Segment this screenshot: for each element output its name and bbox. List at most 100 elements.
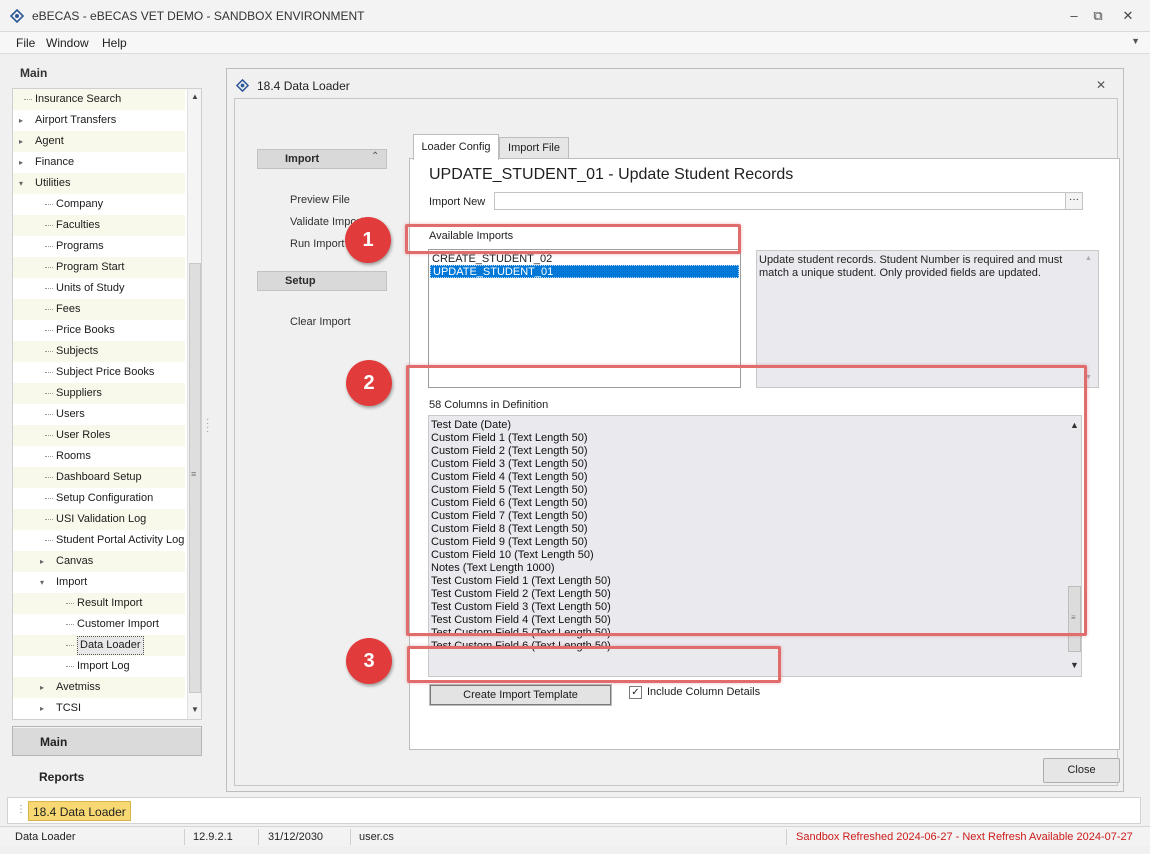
nav-tree-item[interactable]: ▸ Airport Transfers [13,110,185,131]
callout-badge-3: 3 [346,638,392,684]
scroll-up-icon[interactable]: ▲ [191,92,199,101]
nav-tree-item[interactable]: Data Loader [13,635,185,656]
minimize-icon[interactable]: – [1066,8,1082,24]
chevron-up-icon[interactable]: ⌃ [371,151,379,162]
chevron-right-icon[interactable]: ▸ [40,551,44,572]
nav-tree-item[interactable]: Suppliers [13,383,185,404]
nav-tree: Insurance Search ▸ Airport Transfers ▸ Agent… [12,88,202,720]
callout-badge-1: 1 [345,217,391,263]
highlight-box-2 [406,365,1087,636]
nav-tree-item[interactable]: Import Log [13,656,185,677]
nav-tree-item[interactable]: ▸ Canvas [13,551,185,572]
nav-tree-item[interactable]: Programs [13,236,185,257]
nav-tree-item[interactable]: Subject Price Books [13,362,185,383]
nav-tree-item-label: Rooms [56,450,91,462]
highlight-box-1 [405,224,741,254]
nav-group-main[interactable]: Main [12,726,202,756]
chevron-right-icon[interactable]: ▸ [19,131,23,152]
nav-tree-item-label: Agent [35,135,64,147]
nav-tree-item-label: Program Start [56,261,125,273]
nav-tree-item-label: Programs [56,240,104,252]
nav-tree-item[interactable]: Setup Configuration [13,488,185,509]
chevron-right-icon[interactable]: ▸ [40,698,44,719]
grip-icon: ≡ [191,469,197,479]
nav-tree-item[interactable]: Fees [13,299,185,320]
import-new-label: Import New [429,196,486,208]
close-button[interactable]: Close [1043,758,1120,783]
close-icon[interactable]: ✕ [1120,8,1136,24]
chevron-right-icon[interactable]: ▸ [19,152,23,173]
browse-button[interactable]: ··· [1065,192,1083,210]
nav-tree-item-label: Import Log [77,660,130,672]
tree-connector [66,603,74,604]
nav-tree-item[interactable]: Rooms [13,446,185,467]
nav-tree-item[interactable]: Student Portal Activity Log [13,530,185,551]
preview-file-link[interactable]: Preview File [290,194,350,206]
include-column-details-label[interactable]: Include Column Details [647,686,760,698]
ebecas-logo-icon [236,79,249,92]
close-icon[interactable]: ✕ [1096,78,1106,92]
nav-tree-item[interactable]: ▸ Avetmiss [13,677,185,698]
nav-tree-item-label: Utilities [35,177,71,189]
setup-section-header[interactable]: Setup [257,271,387,291]
chevron-right-icon[interactable]: ▸ [40,677,44,698]
menu-help[interactable]: Help [102,36,127,50]
tree-connector [45,414,53,415]
nav-tree-item[interactable]: ▾ Utilities [13,173,185,194]
nav-tree-item[interactable]: Company [13,194,185,215]
import-new-input[interactable] [494,192,1067,210]
nav-tree-item[interactable]: Customer Import [13,614,185,635]
nav-tree-item[interactable]: Subjects [13,341,185,362]
open-window-tab[interactable]: 18.4 Data Loader [28,801,131,821]
clear-import-link[interactable]: Clear Import [290,316,351,328]
scroll-down-icon[interactable]: ▼ [191,705,199,714]
tree-connector [66,645,74,646]
status-user: user.cs [359,831,394,843]
nav-tree-item-label: Units of Study [56,282,125,294]
chevron-down-icon[interactable]: ▾ [19,173,23,194]
nav-tree-item[interactable]: Result Import [13,593,185,614]
splitter-grip-icon[interactable]: · · · · [206,415,212,437]
nav-group-reports[interactable]: Reports [12,762,202,792]
tree-connector [45,372,53,373]
restore-icon[interactable]: ⧉ [1090,8,1106,24]
include-column-details-checkbox[interactable]: ✓ [629,686,642,699]
menu-overflow-icon[interactable]: ▼ [1131,36,1140,46]
nav-tree-item[interactable]: ▾ Import [13,572,185,593]
nav-tree-item[interactable]: ▸ TCSI [13,698,185,719]
scroll-down-icon[interactable]: ▼ [1070,660,1079,670]
nav-tree-item-label: User Roles [56,429,111,441]
scroll-up-icon[interactable]: ▲ [1085,255,1092,262]
nav-tree-item[interactable]: Units of Study [13,278,185,299]
chevron-down-icon[interactable]: ▾ [40,572,44,593]
nav-tree-item[interactable]: Price Books [13,320,185,341]
status-version: 12.9.2.1 [193,831,233,843]
nav-tree-item-label: Canvas [56,555,94,567]
nav-tree-item-label: Setup Configuration [56,492,154,504]
nav-tree-item[interactable]: Users [13,404,185,425]
tab-loader-config[interactable]: Loader Config [413,134,499,160]
nav-tree-item-label: Student Portal Activity Log [56,534,185,546]
tree-connector [45,393,53,394]
nav-tree-item[interactable]: Program Start [13,257,185,278]
nav-tree-item[interactable]: Faculties [13,215,185,236]
import-section-header[interactable]: Import [257,149,387,169]
nav-tree-item-label: Finance [35,156,75,168]
tab-import-file[interactable]: Import File [499,137,569,159]
list-item-selected[interactable]: UPDATE_STUDENT_01 [430,265,739,278]
nav-tree-item-label: Price Books [56,324,115,336]
run-import-link[interactable]: Run Import [290,238,344,250]
nav-tree-item[interactable]: ▸ Finance [13,152,185,173]
grip-icon: ⋮ [16,804,26,815]
nav-tree-item[interactable]: User Roles [13,425,185,446]
menu-file[interactable]: File [16,36,35,50]
chevron-right-icon[interactable]: ▸ [19,110,23,131]
nav-tree-item-label: Customer Import [77,618,159,630]
nav-tree-item[interactable]: USI Validation Log [13,509,185,530]
menu-window[interactable]: Window [46,36,89,50]
nav-tree-item[interactable]: Dashboard Setup [13,467,185,488]
nav-tree-item-label: Result Import [77,597,143,609]
create-import-template-button[interactable]: Create Import Template [429,684,612,706]
nav-tree-item[interactable]: ▸ Agent [13,131,185,152]
nav-tree-item[interactable]: Insurance Search [13,89,185,110]
